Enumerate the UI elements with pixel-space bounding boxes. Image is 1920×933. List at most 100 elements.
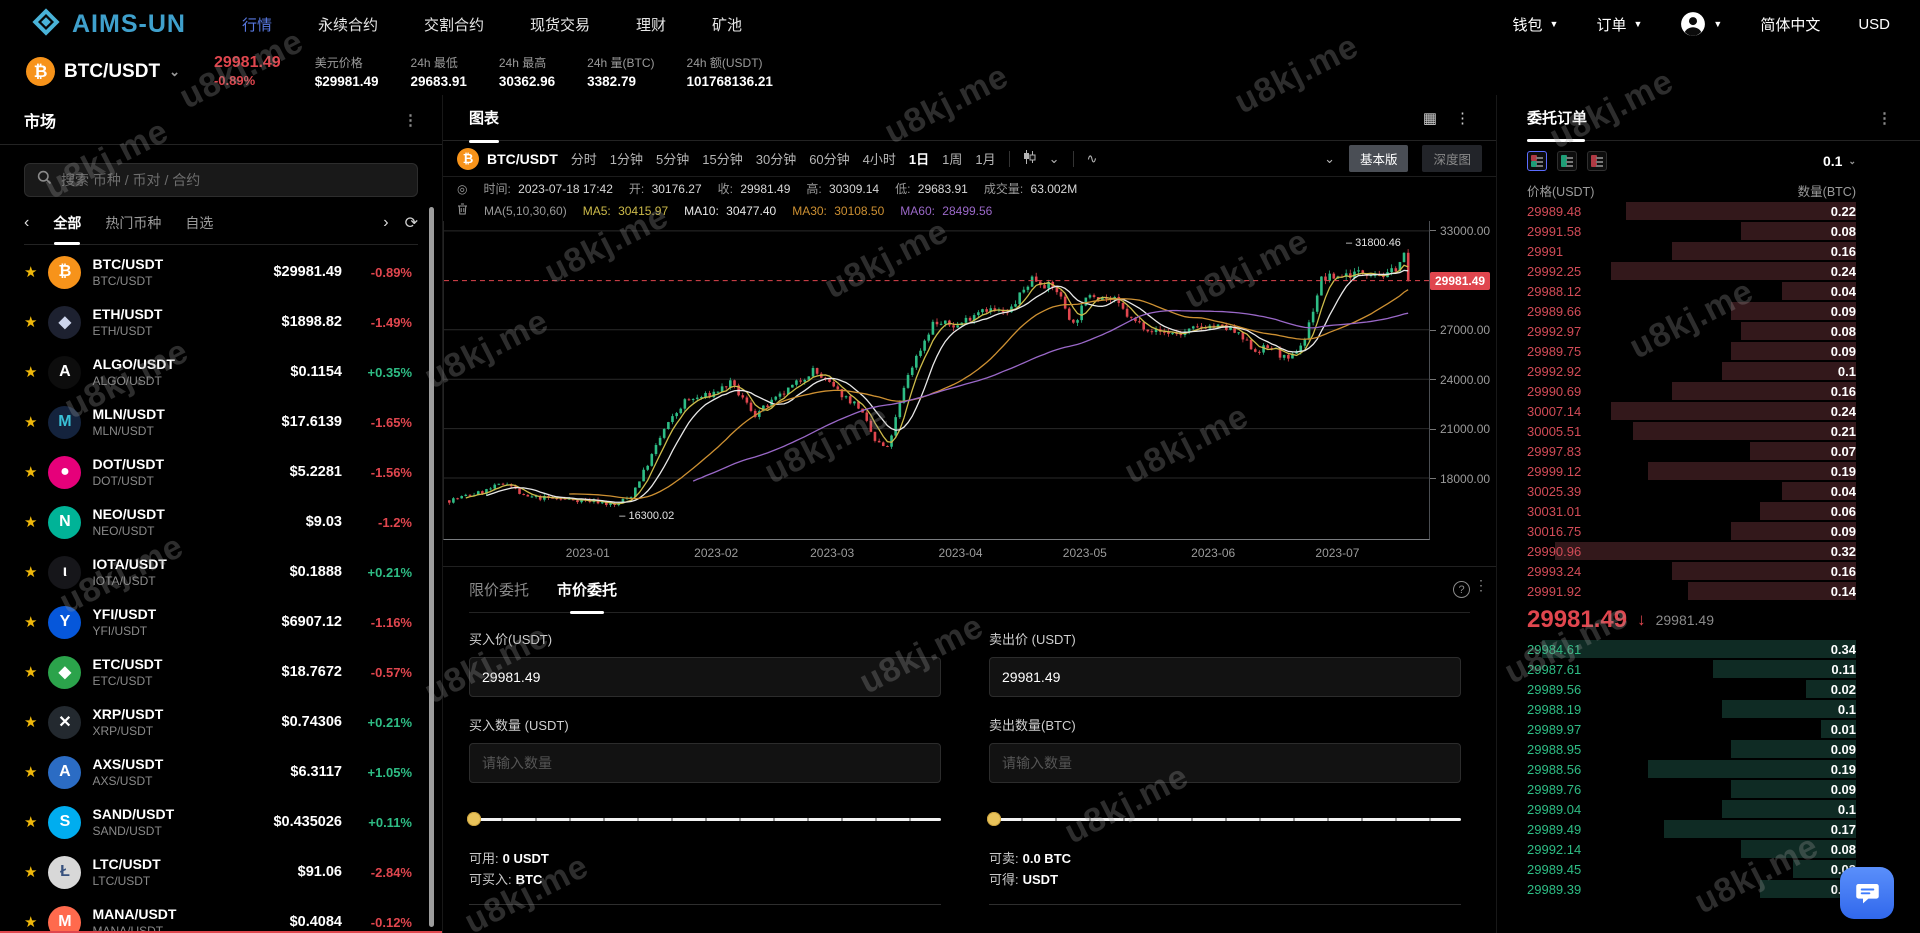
order-type-tab-市价委托[interactable]: 市价委托 xyxy=(557,579,617,600)
sidebar-menu-icon[interactable]: ⋮ xyxy=(403,111,418,129)
book-mode-both-icon[interactable] xyxy=(1527,151,1547,171)
coin-row-XRP[interactable]: ★ ✕ XRP/USDT XRP/USDT $0.74306 +0.21% xyxy=(0,697,442,747)
ask-row[interactable]: 30025.39 0.04 xyxy=(1527,481,1920,501)
ask-row[interactable]: 29991.92 0.14 xyxy=(1527,581,1920,601)
chevron-down-icon[interactable]: ⌄ xyxy=(1324,151,1335,167)
panel-menu-icon[interactable]: ⋮ xyxy=(1877,109,1892,127)
favorite-star-icon[interactable]: ★ xyxy=(24,413,37,431)
sidebar-tab-自选[interactable]: 自选 xyxy=(185,213,213,233)
bid-row[interactable]: 29989.76 0.09 xyxy=(1527,779,1920,799)
buy-amount-input[interactable] xyxy=(469,743,941,783)
panel-menu-icon[interactable]: ⋮ xyxy=(1455,109,1470,127)
slider-handle[interactable] xyxy=(467,812,481,826)
timeframe-60分钟[interactable]: 60分钟 xyxy=(809,149,849,168)
favorite-star-icon[interactable]: ★ xyxy=(24,713,37,731)
wallet-menu[interactable]: 钱包 ▼ xyxy=(1513,14,1559,35)
timeframe-1分钟[interactable]: 1分钟 xyxy=(610,149,643,168)
nav-item-矿池[interactable]: 矿池 xyxy=(712,14,742,35)
favorite-star-icon[interactable]: ★ xyxy=(24,513,37,531)
nav-item-理财[interactable]: 理财 xyxy=(636,14,666,35)
timeframe-分时[interactable]: 分时 xyxy=(571,149,597,168)
ask-row[interactable]: 30031.01 0.06 xyxy=(1527,501,1920,521)
ask-row[interactable]: 29991 0.16 xyxy=(1527,241,1920,261)
ask-row[interactable]: 29997.83 0.07 xyxy=(1527,441,1920,461)
bid-row[interactable]: 29988.56 0.19 xyxy=(1527,759,1920,779)
language-selector[interactable]: 简体中文 xyxy=(1760,14,1820,35)
eye-icon[interactable]: ◎ xyxy=(457,182,467,196)
ask-row[interactable]: 30005.51 0.21 xyxy=(1527,421,1920,441)
favorite-star-icon[interactable]: ★ xyxy=(24,663,37,681)
slider-handle[interactable] xyxy=(987,812,1001,826)
coin-row-NEO[interactable]: ★ N NEO/USDT NEO/USDT $9.03 -1.2% xyxy=(0,497,442,547)
book-mode-bids-icon[interactable] xyxy=(1557,151,1577,171)
trash-icon[interactable] xyxy=(457,203,468,218)
customer-support-chat-button[interactable] xyxy=(1840,867,1894,919)
timeframe-1周[interactable]: 1周 xyxy=(942,149,962,168)
ask-row[interactable]: 29999.12 0.19 xyxy=(1527,461,1920,481)
favorite-star-icon[interactable]: ★ xyxy=(24,913,37,931)
coin-row-YFI[interactable]: ★ Y YFI/USDT YFI/USDT $6907.12 -1.16% xyxy=(0,597,442,647)
sidebar-tab-热门币种[interactable]: 热门币种 xyxy=(105,213,161,233)
ask-row[interactable]: 29993.24 0.16 xyxy=(1527,561,1920,581)
nav-item-永续合约[interactable]: 永续合约 xyxy=(318,14,378,35)
favorite-star-icon[interactable]: ★ xyxy=(24,313,37,331)
sidebar-tab-全部[interactable]: 全部 xyxy=(53,213,81,233)
coin-row-ETC[interactable]: ★ ◆ ETC/USDT ETC/USDT $18.7672 -0.57% xyxy=(0,647,442,697)
coin-row-AXS[interactable]: ★ A AXS/USDT AXS/USDT $6.3117 +1.05% xyxy=(0,747,442,797)
ask-row[interactable]: 29992.97 0.08 xyxy=(1527,321,1920,341)
depth-view-button[interactable]: 深度图 xyxy=(1422,145,1482,172)
search-input[interactable] xyxy=(61,172,405,188)
candlestick-plot[interactable]: – 31800.46 – 16300.02 xyxy=(443,221,1430,540)
favorite-star-icon[interactable]: ★ xyxy=(24,613,37,631)
slider-track[interactable] xyxy=(469,818,941,821)
coin-row-MLN[interactable]: ★ M MLN/USDT MLN/USDT $17.6139 -1.65% xyxy=(0,397,442,447)
ask-row[interactable]: 30016.75 0.09 xyxy=(1527,521,1920,541)
help-icon[interactable]: ? xyxy=(1453,581,1470,598)
timeframe-4小时[interactable]: 4小时 xyxy=(863,149,896,168)
bid-row[interactable]: 29989.49 0.17 xyxy=(1527,819,1920,839)
indicator-icon[interactable]: ∿ xyxy=(1087,151,1098,167)
ask-row[interactable]: 29992.25 0.24 xyxy=(1527,261,1920,281)
bid-row[interactable]: 29989.97 0.01 xyxy=(1527,719,1920,739)
slider-track[interactable] xyxy=(989,818,1461,821)
buy-amount-slider[interactable] xyxy=(467,811,941,827)
coin-row-DOT[interactable]: ★ ● DOT/USDT DOT/USDT $5.2281 -1.56% xyxy=(0,447,442,497)
ask-row[interactable]: 29989.75 0.09 xyxy=(1527,341,1920,361)
book-mode-asks-icon[interactable] xyxy=(1587,151,1607,171)
favorite-star-icon[interactable]: ★ xyxy=(24,363,37,381)
bid-row[interactable]: 29989.56 0.02 xyxy=(1527,679,1920,699)
layout-grid-icon[interactable]: ▦ xyxy=(1423,109,1437,127)
nav-item-交割合约[interactable]: 交割合约 xyxy=(424,14,484,35)
favorite-star-icon[interactable]: ★ xyxy=(24,463,37,481)
nav-item-现货交易[interactable]: 现货交易 xyxy=(530,14,590,35)
coin-row-SAND[interactable]: ★ S SAND/USDT SAND/USDT $0.435026 +0.11% xyxy=(0,797,442,847)
refresh-icon[interactable]: ⟳ xyxy=(405,213,418,233)
search-box[interactable] xyxy=(24,163,418,197)
tab-chart[interactable]: 图表 xyxy=(469,107,499,128)
chevron-down-icon[interactable]: ⌄ xyxy=(1049,151,1060,167)
ask-row[interactable]: 29989.48 0.22 xyxy=(1527,201,1920,221)
currency-selector[interactable]: USD xyxy=(1858,16,1890,33)
bid-row[interactable]: 29988.19 0.1 xyxy=(1527,699,1920,719)
chevron-left-icon[interactable]: ‹ xyxy=(24,214,29,232)
favorite-star-icon[interactable]: ★ xyxy=(24,763,37,781)
favorite-star-icon[interactable]: ★ xyxy=(24,263,37,281)
favorite-star-icon[interactable]: ★ xyxy=(24,863,37,881)
ask-row[interactable]: 29989.66 0.09 xyxy=(1527,301,1920,321)
coin-row-BTC[interactable]: ★ ₿ BTC/USDT BTC/USDT $29981.49 -0.89% xyxy=(0,247,442,297)
order-type-tab-限价委托[interactable]: 限价委托 xyxy=(469,579,529,600)
bid-row[interactable]: 29992.14 0.08 xyxy=(1527,839,1920,859)
chevron-right-icon[interactable]: › xyxy=(383,214,388,232)
timeframe-5分钟[interactable]: 5分钟 xyxy=(656,149,689,168)
timeframe-30分钟[interactable]: 30分钟 xyxy=(756,149,796,168)
bid-row[interactable]: 29988.95 0.09 xyxy=(1527,739,1920,759)
ask-row[interactable]: 29991.58 0.08 xyxy=(1527,221,1920,241)
coin-row-IOTA[interactable]: ★ ι IOTA/USDT IOTA/USDT $0.1888 +0.21% xyxy=(0,547,442,597)
ask-row[interactable]: 29990.96 0.32 xyxy=(1527,541,1920,561)
ask-row[interactable]: 30007.14 0.24 xyxy=(1527,401,1920,421)
account-menu[interactable]: ▼ xyxy=(1680,11,1722,37)
tick-size-selector[interactable]: 0.1 ⌄ xyxy=(1823,153,1856,169)
favorite-star-icon[interactable]: ★ xyxy=(24,813,37,831)
ask-row[interactable]: 29988.12 0.04 xyxy=(1527,281,1920,301)
favorite-star-icon[interactable]: ★ xyxy=(24,563,37,581)
